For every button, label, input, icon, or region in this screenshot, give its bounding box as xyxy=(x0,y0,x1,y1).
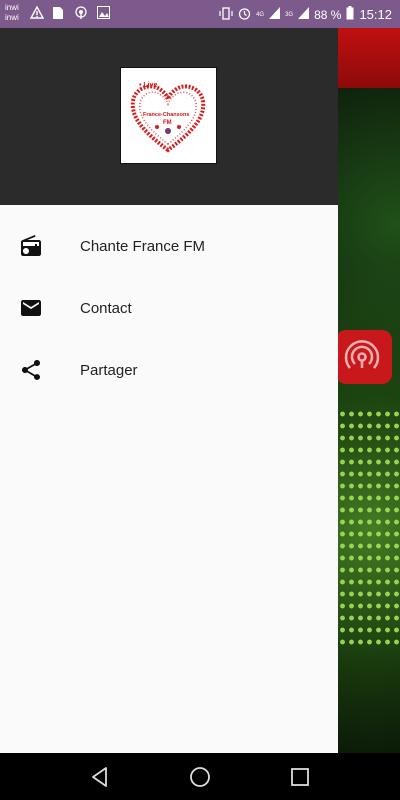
live-stream-button[interactable] xyxy=(336,330,392,384)
menu-item-partager[interactable]: Partager xyxy=(0,339,338,401)
image-icon xyxy=(97,6,110,24)
alarm-icon xyxy=(238,7,251,23)
signal-icon-2 xyxy=(298,7,310,22)
network-top-label: 4G xyxy=(256,11,265,18)
navigation-drawer: • Live France-Chansons FM Chante France … xyxy=(0,28,338,753)
network-bottom-label: 3G xyxy=(285,11,294,18)
share-icon xyxy=(19,358,43,382)
menu-item-contact[interactable]: Contact xyxy=(0,277,338,339)
mail-icon xyxy=(19,296,43,320)
battery-icon xyxy=(346,6,354,23)
menu-item-label: Contact xyxy=(80,299,132,317)
battery-percent: 88 % xyxy=(314,7,342,22)
warning-icon xyxy=(29,5,45,24)
menu-item-chante-france-fm[interactable]: Chante France FM xyxy=(0,215,338,277)
back-icon[interactable] xyxy=(88,765,112,789)
background-equalizer-dots xyxy=(338,408,400,648)
broadcast-icon xyxy=(344,340,380,369)
signal-icon xyxy=(269,7,281,22)
radio-icon xyxy=(19,234,43,258)
logo-name-text: France-Chansons xyxy=(143,112,190,118)
logo-live-text: • Live xyxy=(139,82,158,89)
recents-icon[interactable] xyxy=(288,765,312,789)
drawer-menu: Chante France FM Contact Partager xyxy=(0,215,338,401)
carrier-label: inwi inwi xyxy=(5,3,25,23)
vibrate-icon xyxy=(219,6,233,23)
menu-item-label: Partager xyxy=(80,361,138,379)
app-logo: • Live France-Chansons FM xyxy=(120,67,217,164)
status-bar: inwi inwi 4G 3G 88 % 15:12 xyxy=(0,0,400,28)
drawer-header: • Live France-Chansons FM xyxy=(0,28,338,205)
system-nav-bar xyxy=(0,753,400,800)
carrier-bottom: inwi xyxy=(5,13,19,22)
hotspot-icon xyxy=(74,6,88,25)
home-icon[interactable] xyxy=(188,765,212,789)
sim-icon xyxy=(52,6,64,25)
menu-item-label: Chante France FM xyxy=(80,237,206,255)
carrier-top: inwi xyxy=(5,3,19,12)
logo-fm-text: FM xyxy=(163,120,172,126)
clock: 15:12 xyxy=(359,7,392,22)
